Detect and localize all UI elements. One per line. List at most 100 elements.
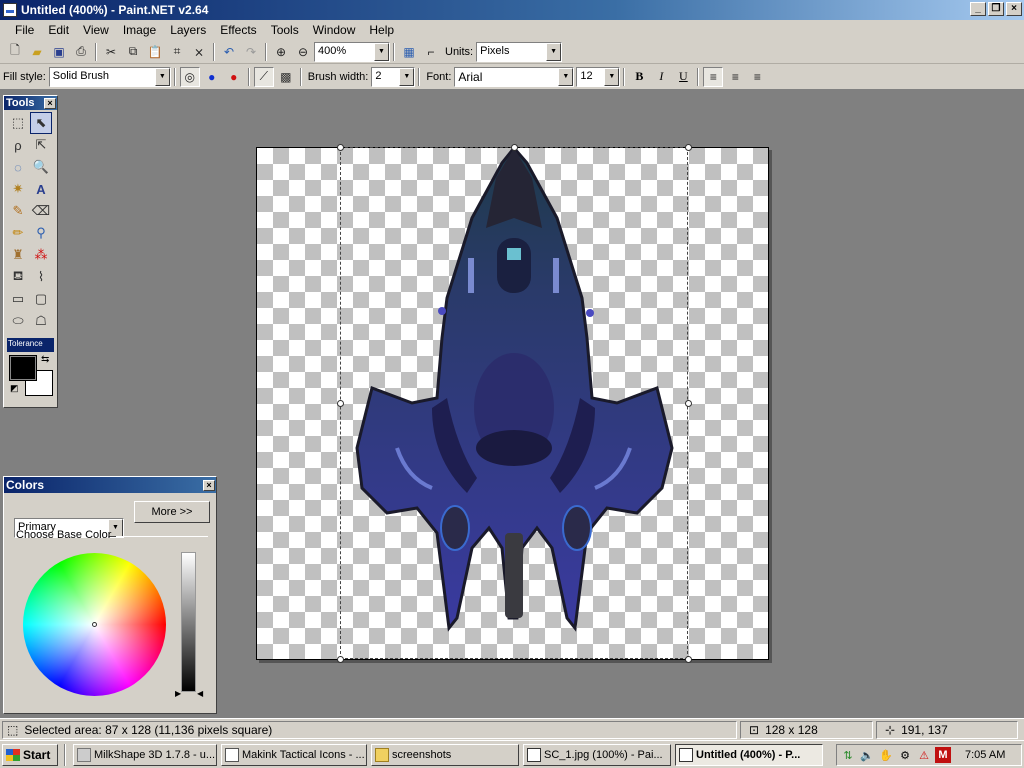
slider-right-arrow-icon[interactable]: ◀ — [197, 689, 203, 698]
align-right-icon[interactable]: ≡ — [747, 67, 767, 87]
paint-bucket-tool-icon[interactable]: ⛾ — [7, 266, 29, 288]
tools-window-titlebar[interactable]: Tools × — [4, 96, 57, 110]
zoom-tool-icon[interactable]: 🔍 — [30, 156, 52, 178]
menu-image[interactable]: Image — [116, 23, 163, 37]
taskbar-item-milkshape[interactable]: MilkShape 3D 1.7.8 - u... — [73, 743, 217, 766]
color-wheel[interactable] — [23, 553, 166, 696]
paintnet-app-icon[interactable] — [3, 3, 17, 17]
move-selection-tool-icon[interactable]: ⬉ — [30, 112, 52, 134]
selection-handle-top-left[interactable] — [337, 144, 344, 151]
primary-color-swatch[interactable] — [9, 355, 37, 381]
selection-handle-bottom-right[interactable] — [685, 656, 692, 663]
color-picker-tool-icon[interactable]: ⚲ — [30, 222, 52, 244]
rectangle-select-tool-icon[interactable]: ⬚ — [7, 112, 29, 134]
magic-wand-tool-icon[interactable]: ✷ — [7, 178, 29, 200]
minimize-button[interactable]: _ — [970, 2, 986, 16]
zoom-select[interactable]: 400% ▼ — [314, 41, 390, 62]
bold-button[interactable]: B — [629, 67, 649, 87]
tolerance-slider[interactable]: Tolerance — [7, 338, 54, 352]
pencil-tool-icon[interactable]: ✏ — [7, 222, 29, 244]
maximize-button[interactable]: ❐ — [988, 2, 1004, 16]
more-colors-button[interactable]: More >> — [134, 501, 210, 523]
save-icon[interactable]: ▣ — [49, 42, 69, 62]
menu-view[interactable]: View — [76, 23, 116, 37]
units-select[interactable]: Pixels ▼ — [476, 41, 563, 62]
grid-icon[interactable]: ▦ — [399, 42, 419, 62]
line-curve-tool-icon[interactable]: ⌇ — [30, 266, 52, 288]
selection-handle-bottom-left[interactable] — [337, 656, 344, 663]
paste-icon[interactable]: 📋 — [145, 42, 165, 62]
taskbar-item-screenshots[interactable]: screenshots — [371, 743, 519, 766]
freeform-shape-tool-icon[interactable]: ☖ — [30, 310, 52, 332]
redo-icon[interactable]: ↷ — [241, 42, 261, 62]
swap-colors-icon[interactable]: ⇆ — [41, 354, 49, 365]
rounded-rectangle-tool-icon[interactable]: ▢ — [30, 288, 52, 310]
chevron-down-icon[interactable]: ▼ — [374, 42, 389, 61]
taskbar-item-sc1-jpg[interactable]: SC_1.jpg (100%) - Pai... — [523, 743, 671, 766]
selection-handle-left[interactable] — [337, 400, 344, 407]
rectangle-tool-icon[interactable]: ▭ — [7, 288, 29, 310]
close-icon[interactable]: × — [203, 479, 215, 491]
lasso-select-tool-icon[interactable]: ρ — [7, 134, 29, 156]
deselect-icon[interactable]: ⨯ — [189, 42, 209, 62]
crop-icon[interactable]: ⌗ — [167, 42, 187, 62]
fill-style-select[interactable]: Solid Brush ▼ — [48, 66, 171, 87]
undo-icon[interactable]: ↶ — [219, 42, 239, 62]
safely-remove-hardware-icon[interactable]: ⇅ — [840, 747, 856, 763]
draw-filled-outline-icon[interactable]: ● — [224, 67, 244, 87]
menu-tools[interactable]: Tools — [264, 23, 306, 37]
chevron-down-icon[interactable]: ▼ — [558, 67, 574, 86]
antialiasing-on-icon[interactable]: ⟋ — [253, 66, 274, 87]
color-wheel-cursor[interactable] — [92, 622, 97, 627]
new-file-icon[interactable]: 🗋 — [5, 42, 25, 62]
menu-layers[interactable]: Layers — [163, 23, 213, 37]
selection-handle-top-right[interactable] — [685, 144, 692, 151]
draw-filled-shape-icon[interactable]: ● — [202, 67, 222, 87]
recolor-tool-icon[interactable]: ⁂ — [30, 244, 52, 266]
mcafee-icon[interactable]: M — [935, 747, 951, 763]
italic-button[interactable]: I — [651, 67, 671, 87]
chevron-down-icon[interactable]: ▼ — [399, 67, 415, 86]
cut-icon[interactable]: ✂ — [101, 42, 121, 62]
align-left-icon[interactable]: ≡ — [703, 66, 724, 87]
copy-icon[interactable]: ⧉ — [123, 42, 143, 62]
menu-effects[interactable]: Effects — [213, 23, 263, 37]
font-size-select[interactable]: 12 ▼ — [576, 66, 621, 87]
antivirus-icon[interactable]: ⚠ — [916, 747, 932, 763]
menu-file[interactable]: File — [8, 23, 41, 37]
selection-handle-top[interactable] — [511, 144, 518, 151]
print-icon[interactable]: ⎙ — [71, 42, 91, 62]
menu-help[interactable]: Help — [362, 23, 401, 37]
brush-width-select[interactable]: 2 ▼ — [371, 66, 416, 87]
slider-left-arrow-icon[interactable]: ▶ — [175, 689, 181, 698]
taskbar-item-untitled[interactable]: Untitled (400%) - P... — [675, 743, 823, 766]
reset-colors-icon[interactable]: ◩ — [10, 383, 19, 394]
taskbar-item-tactical-icons[interactable]: Makink Tactical Icons - ... — [221, 743, 367, 766]
chevron-down-icon[interactable]: ▼ — [154, 67, 170, 86]
align-center-icon[interactable]: ≡ — [725, 67, 745, 87]
draw-shape-outline-icon[interactable]: ◎ — [179, 66, 200, 87]
open-folder-icon[interactable]: ▰ — [27, 42, 47, 62]
start-button[interactable]: Start — [2, 743, 58, 766]
underline-button[interactable]: U — [673, 67, 693, 87]
colors-window-titlebar[interactable]: Colors × — [4, 477, 216, 493]
close-button[interactable]: × — [1006, 2, 1022, 16]
hand-icon[interactable]: ✋ — [878, 747, 894, 763]
paintbrush-tool-icon[interactable]: ✎ — [7, 200, 29, 222]
brightness-slider[interactable] — [181, 552, 196, 692]
zoom-in-icon[interactable]: ⊕ — [271, 42, 291, 62]
chevron-down-icon[interactable]: ▼ — [546, 42, 562, 61]
text-tool-icon[interactable]: A — [30, 178, 52, 200]
antialiasing-off-icon[interactable]: ▩ — [276, 67, 296, 87]
ellipse-tool-icon[interactable]: ⬭ — [7, 310, 29, 332]
eraser-tool-icon[interactable]: ⌫ — [30, 200, 52, 222]
clone-stamp-tool-icon[interactable]: ♜ — [7, 244, 29, 266]
zoom-out-icon[interactable]: ⊖ — [293, 42, 313, 62]
move-selected-tool-icon[interactable]: ⇱ — [30, 134, 52, 156]
menu-window[interactable]: Window — [306, 23, 363, 37]
network-icon[interactable]: ⚙ — [897, 747, 913, 763]
menu-edit[interactable]: Edit — [41, 23, 76, 37]
selection-handle-right[interactable] — [685, 400, 692, 407]
close-icon[interactable]: × — [44, 97, 56, 109]
rulers-icon[interactable]: ⌐ — [421, 42, 441, 62]
